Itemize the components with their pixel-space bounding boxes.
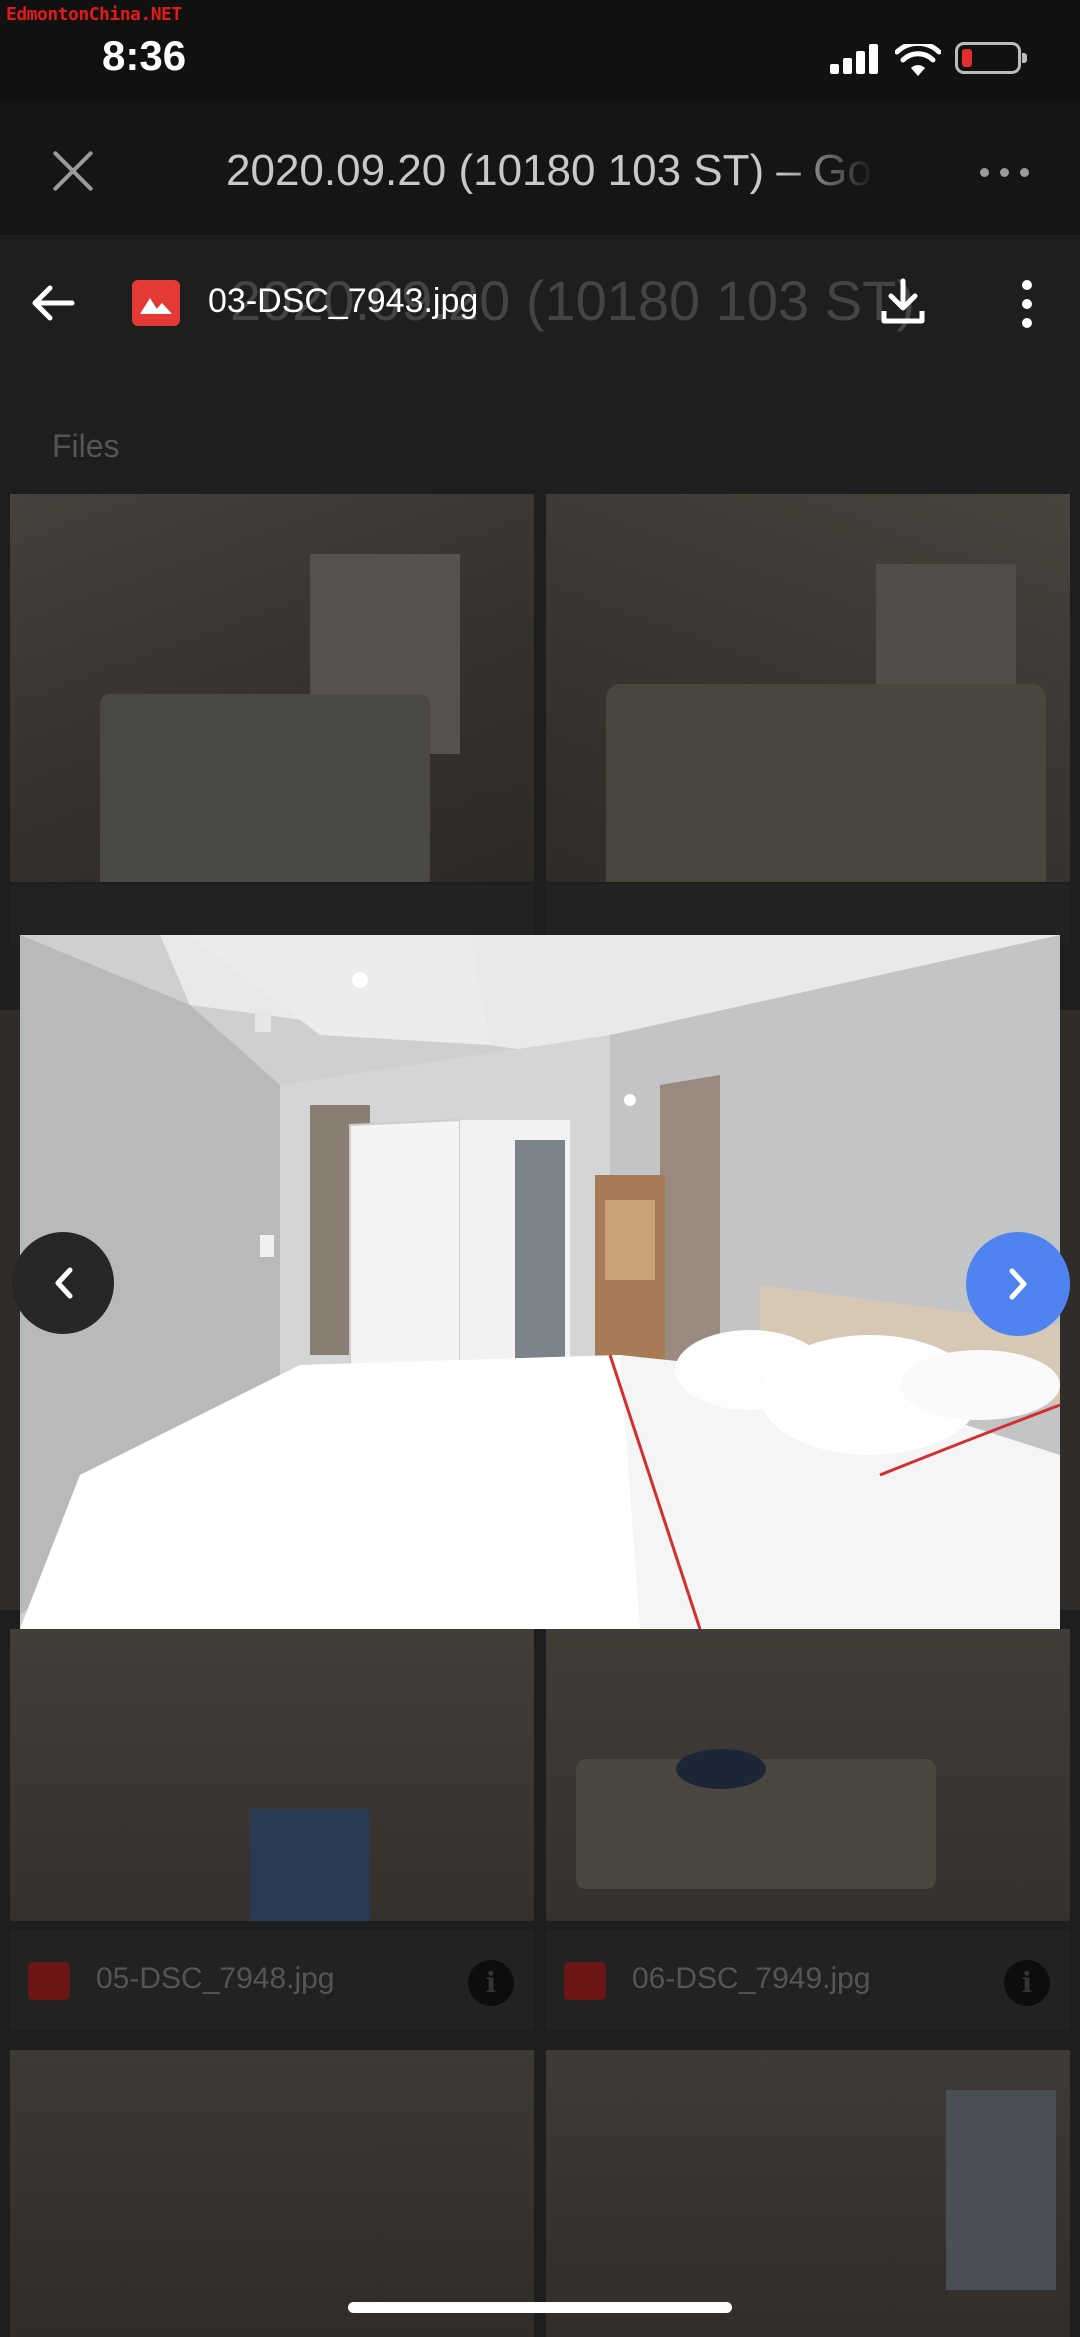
close-icon[interactable] xyxy=(50,148,96,194)
wifi-icon xyxy=(895,44,941,76)
files-section-label: Files xyxy=(52,428,120,464)
file-thumbnail[interactable] xyxy=(546,2050,1070,2337)
status-time: 8:36 xyxy=(102,32,187,79)
battery-icon xyxy=(955,42,1027,74)
chevron-left-icon xyxy=(55,1267,73,1299)
image-file-icon xyxy=(564,1962,606,2000)
browser-page-title: 2020.09.20 (10180 103 ST) – Go xyxy=(226,146,872,195)
bedroom-photo[interactable] xyxy=(20,935,1060,1629)
arrow-left-icon[interactable] xyxy=(30,280,76,326)
file-name: 06-DSC_7949.jpg xyxy=(632,1962,871,1995)
home-indicator[interactable] xyxy=(348,2302,732,2313)
file-thumbnail[interactable] xyxy=(10,494,534,882)
next-image-button[interactable] xyxy=(966,1232,1070,1336)
file-caption-row[interactable]: 06-DSC_7949.jpg i xyxy=(546,1930,1070,2030)
info-icon[interactable]: i xyxy=(1004,1960,1050,2006)
file-thumbnail[interactable] xyxy=(546,1629,1070,1921)
more-horizontal-icon[interactable] xyxy=(980,168,1030,178)
file-caption-row[interactable]: 05-DSC_7948.jpg i xyxy=(10,1930,534,2030)
download-icon[interactable] xyxy=(880,277,926,327)
image-file-icon xyxy=(28,1962,70,2000)
file-thumbnail[interactable] xyxy=(10,1629,534,1921)
file-thumbnail[interactable] xyxy=(10,2050,534,2337)
viewer-file-name: 03-DSC_7943.jpg xyxy=(208,282,479,320)
chevron-right-icon xyxy=(1009,1268,1027,1300)
info-icon[interactable]: i xyxy=(468,1960,514,2006)
file-name: 05-DSC_7948.jpg xyxy=(96,1962,335,1995)
file-thumbnail[interactable] xyxy=(546,494,1070,882)
image-file-icon xyxy=(132,280,180,326)
previous-image-button[interactable] xyxy=(12,1232,114,1334)
watermark-logo: EdmontonChina.NET xyxy=(6,4,182,25)
more-vertical-icon[interactable] xyxy=(1016,280,1038,328)
cellular-signal-icon xyxy=(830,44,878,74)
